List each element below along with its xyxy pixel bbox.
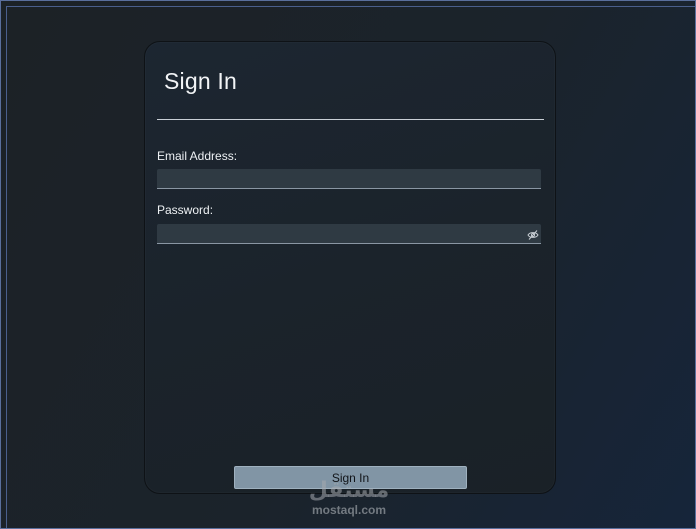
- watermark-domain: mostaql.com: [311, 503, 386, 517]
- password-label: Password:: [157, 203, 214, 217]
- window-left-guide: [6, 6, 7, 528]
- password-field[interactable]: [157, 224, 541, 244]
- eye-off-icon[interactable]: [527, 228, 539, 240]
- watermark: مستقل mostaql.com: [301, 479, 397, 523]
- email-field[interactable]: [157, 169, 541, 189]
- email-label: Email Address:: [157, 149, 238, 163]
- watermark-logo: مستقل: [308, 478, 390, 503]
- title-divider: [157, 119, 544, 120]
- sign-in-card: Sign In Email Address: Password: Sign In: [144, 41, 556, 494]
- page-title: Sign In: [164, 68, 238, 94]
- window-top-guide: [6, 6, 695, 7]
- app-window: Sign In Email Address: Password: Sign In…: [0, 0, 696, 529]
